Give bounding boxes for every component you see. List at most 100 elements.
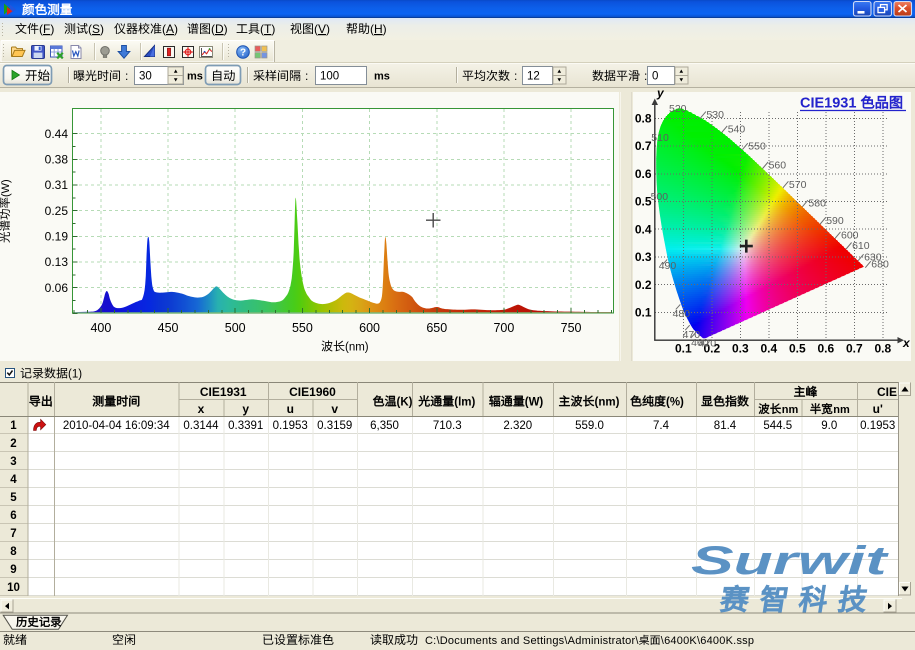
svg-text:u: u [287,402,294,416]
svg-text:ms: ms [374,71,390,83]
svg-text:81.4: 81.4 [714,420,737,432]
svg-text:6: 6 [10,510,16,522]
svg-text:(nm): (nm) [595,397,620,409]
svg-text:559.0: 559.0 [575,420,604,432]
svg-text:ms: ms [187,71,203,83]
svg-text::: : [514,69,517,83]
svg-text:1: 1 [10,420,17,432]
svg-text:2: 2 [10,438,16,450]
svg-text:y: y [656,86,665,100]
svg-text:550: 550 [292,321,313,335]
svg-text:2010-04-04 16:09:34: 2010-04-04 16:09:34 [63,420,170,432]
svg-text::: : [644,69,647,83]
svg-text:510: 510 [651,132,669,144]
svg-text:590: 590 [826,215,844,227]
svg-text:9: 9 [10,564,16,576]
svg-text:(V): (V) [314,22,330,36]
svg-text:480: 480 [673,308,691,320]
svg-text:0.13: 0.13 [45,255,69,269]
svg-text:nm: nm [833,404,850,416]
svg-text:650: 650 [426,321,447,335]
svg-text:0.6: 0.6 [817,342,834,356]
svg-text:0.44: 0.44 [45,127,69,141]
svg-text:(%): (%) [666,397,684,409]
svg-text:500: 500 [651,191,669,203]
svg-text:0.8: 0.8 [635,112,652,126]
svg-text:0.3144: 0.3144 [183,420,219,432]
svg-text:CIE: CIE [877,385,897,399]
svg-text:0.6: 0.6 [635,167,652,181]
svg-text:520: 520 [669,103,687,115]
svg-text:30: 30 [139,71,152,83]
svg-text:2.320: 2.320 [503,420,532,432]
svg-text:450: 450 [158,321,179,335]
svg-text:(H): (H) [370,22,387,36]
svg-text:CIE1931: CIE1931 [800,96,856,112]
svg-text:u': u' [873,402,883,416]
svg-text:0.7: 0.7 [635,139,652,153]
svg-text:C:\Documents and Settings\Admi: C:\Documents and Settings\Administrator\ [425,635,639,647]
svg-text:0: 0 [652,71,658,83]
svg-text:CIE1960: CIE1960 [289,385,336,399]
svg-text:0.8: 0.8 [874,342,891,356]
svg-text:540: 540 [728,124,746,136]
svg-text:400: 400 [90,321,111,335]
svg-text:680: 680 [871,259,889,271]
svg-text:(T): (T) [260,22,275,36]
svg-text:0.1953: 0.1953 [273,420,308,432]
svg-text:9.0: 9.0 [821,420,837,432]
svg-text:750: 750 [561,321,582,335]
svg-text:570: 570 [789,179,807,191]
svg-text:?: ? [240,47,246,58]
svg-text:0.31: 0.31 [45,178,69,192]
svg-text:CIE1931: CIE1931 [200,385,247,399]
svg-text:7: 7 [10,528,16,540]
svg-text:(S): (S) [88,22,104,36]
svg-text:0.3391: 0.3391 [228,420,263,432]
svg-text:y: y [242,402,249,416]
svg-text:0.3: 0.3 [635,250,652,264]
svg-text:0.1: 0.1 [675,342,692,356]
svg-text::: : [125,69,128,83]
svg-text:7.4: 7.4 [653,420,670,432]
svg-text:0.3: 0.3 [732,342,749,356]
svg-text::: : [305,69,308,83]
svg-text:12: 12 [527,71,540,83]
svg-text:x: x [198,402,205,416]
svg-text:0.5: 0.5 [789,342,806,356]
svg-text:8: 8 [10,546,17,558]
svg-text:0.3159: 0.3159 [317,420,352,432]
svg-text:(W): (W) [0,179,12,197]
svg-text:600: 600 [359,321,380,335]
svg-text:0.06: 0.06 [45,281,69,295]
svg-text:(lm): (lm) [454,397,475,409]
svg-text:v: v [331,402,338,416]
svg-text:(nm): (nm) [345,342,369,354]
svg-text:(1): (1) [68,369,82,381]
svg-text:4: 4 [10,474,17,486]
svg-text:560: 560 [769,160,787,172]
svg-text:10: 10 [7,582,20,594]
svg-text:610: 610 [852,240,870,252]
svg-text:3: 3 [10,456,16,468]
svg-text:0.38: 0.38 [45,153,69,167]
svg-text:0.4: 0.4 [760,342,777,356]
svg-text:0.1953: 0.1953 [860,420,895,432]
svg-text:nm: nm [782,404,799,416]
svg-text:100: 100 [320,71,339,83]
svg-text:710.3: 710.3 [433,420,462,432]
svg-text:(K): (K) [397,397,413,409]
svg-text:(W): (W) [525,397,544,409]
svg-text:0.2: 0.2 [635,278,652,292]
svg-text:500: 500 [225,321,246,335]
svg-text:0.19: 0.19 [45,230,69,244]
svg-text:0.7: 0.7 [846,342,863,356]
svg-text:x: x [902,336,911,350]
svg-text:490: 490 [659,260,677,272]
svg-text:(F): (F) [39,22,54,36]
svg-text:6,350: 6,350 [370,420,399,432]
svg-text:544.5: 544.5 [763,420,792,432]
svg-text:0.25: 0.25 [45,204,69,218]
svg-text:Surwit: Surwit [691,539,889,583]
svg-text:580: 580 [808,198,826,210]
